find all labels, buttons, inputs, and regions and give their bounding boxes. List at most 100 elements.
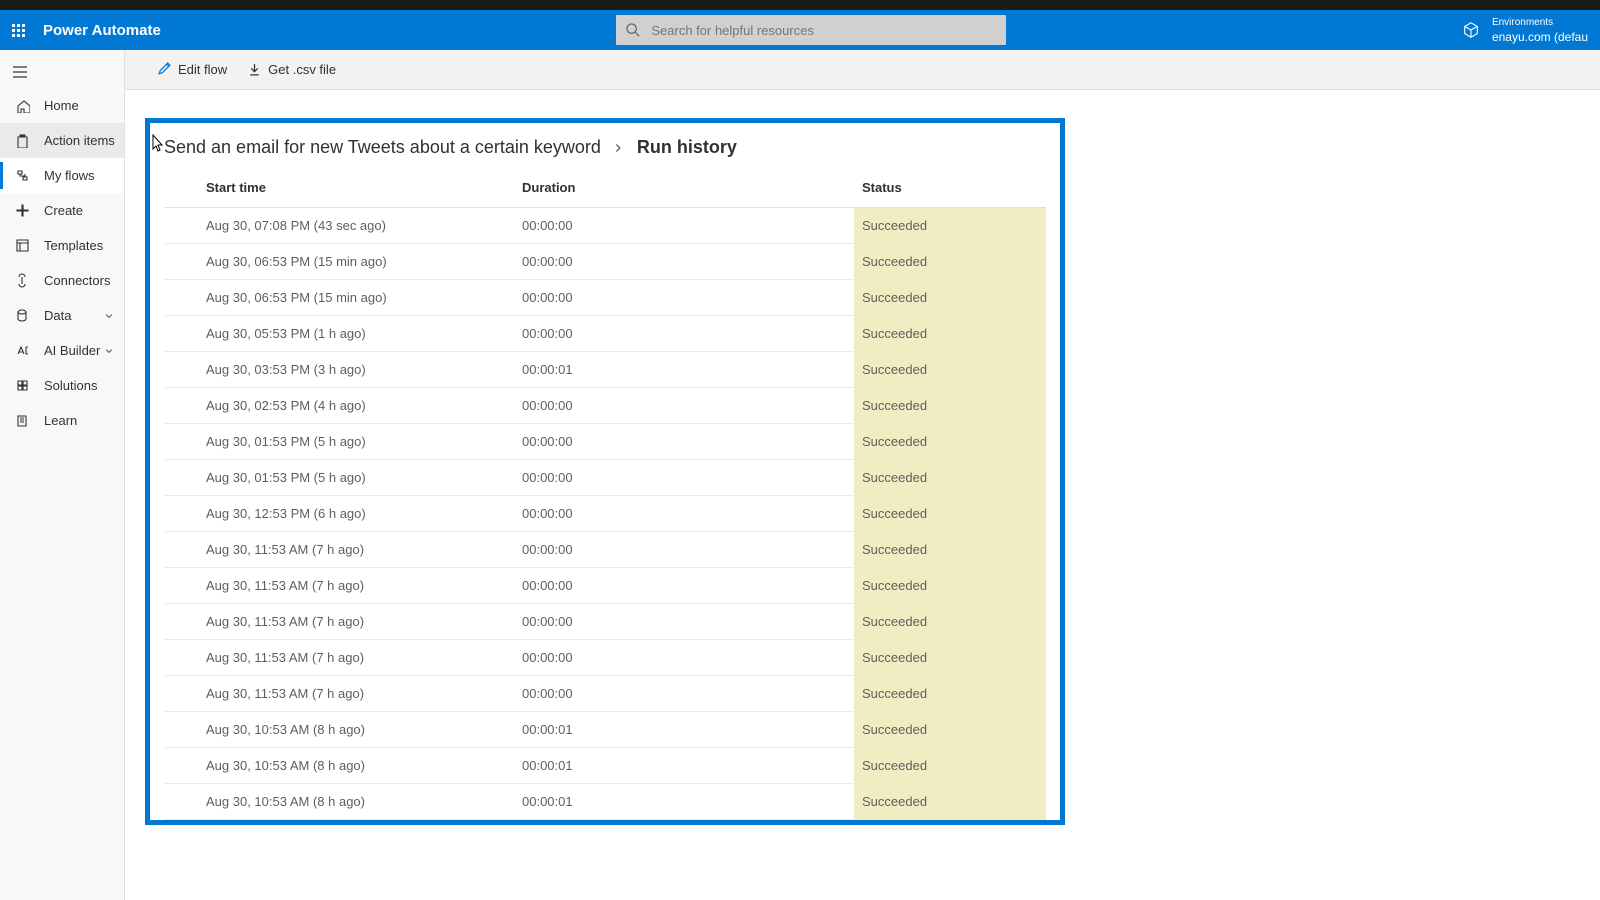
table-row[interactable]: Aug 30, 01:53 PM (5 h ago)00:00:00Succee… xyxy=(164,460,1046,496)
get-csv-button[interactable]: Get .csv file xyxy=(247,62,336,77)
breadcrumb-current: Run history xyxy=(637,137,737,158)
edit-flow-label: Edit flow xyxy=(178,62,227,77)
sidebar-item-label: Templates xyxy=(44,238,103,253)
cell-duration: 00:00:00 xyxy=(514,388,854,424)
cell-status: Succeeded xyxy=(854,712,1046,748)
table-row[interactable]: Aug 30, 01:53 PM (5 h ago)00:00:00Succee… xyxy=(164,424,1046,460)
cell-start-time: Aug 30, 10:53 AM (8 h ago) xyxy=(164,712,514,748)
cell-start-time: Aug 30, 11:53 AM (7 h ago) xyxy=(164,640,514,676)
chevron-right-icon xyxy=(613,142,625,154)
sidebar-item-action-items[interactable]: Action items xyxy=(0,123,124,158)
plus-icon xyxy=(12,203,32,218)
run-history-panel: Send an email for new Tweets about a cer… xyxy=(145,118,1065,825)
edit-flow-button[interactable]: Edit flow xyxy=(157,62,227,77)
cell-start-time: Aug 30, 10:53 AM (8 h ago) xyxy=(164,748,514,784)
cell-start-time: Aug 30, 02:53 PM (4 h ago) xyxy=(164,388,514,424)
cell-status: Succeeded xyxy=(854,568,1046,604)
cell-start-time: Aug 30, 06:53 PM (15 min ago) xyxy=(164,244,514,280)
sidebar-item-solutions[interactable]: Solutions xyxy=(0,368,124,403)
sidebar-item-label: AI Builder xyxy=(44,343,100,358)
search-box[interactable] xyxy=(616,15,1006,45)
ai-icon xyxy=(12,343,32,358)
chevron-down-icon xyxy=(104,311,114,321)
col-header-status[interactable]: Status xyxy=(854,168,1046,208)
table-row[interactable]: Aug 30, 02:53 PM (4 h ago)00:00:00Succee… xyxy=(164,388,1046,424)
environment-value: enayu.com (defau xyxy=(1492,30,1588,44)
table-row[interactable]: Aug 30, 12:53 PM (6 h ago)00:00:00Succee… xyxy=(164,496,1046,532)
home-icon xyxy=(12,98,32,113)
table-row[interactable]: Aug 30, 03:53 PM (3 h ago)00:00:01Succee… xyxy=(164,352,1046,388)
sidebar-item-home[interactable]: Home xyxy=(0,88,124,123)
brand-title: Power Automate xyxy=(43,22,161,39)
cell-status: Succeeded xyxy=(854,640,1046,676)
table-row[interactable]: Aug 30, 05:53 PM (1 h ago)00:00:00Succee… xyxy=(164,316,1046,352)
cell-duration: 00:00:00 xyxy=(514,676,854,712)
search-input[interactable] xyxy=(651,23,996,38)
cell-duration: 00:00:00 xyxy=(514,316,854,352)
cell-start-time: Aug 30, 11:53 AM (7 h ago) xyxy=(164,676,514,712)
app-header: Power Automate Environments enayu.com (d… xyxy=(0,10,1600,50)
sidebar-item-templates[interactable]: Templates xyxy=(0,228,124,263)
table-row[interactable]: Aug 30, 10:53 AM (8 h ago)00:00:01Succee… xyxy=(164,748,1046,784)
cell-duration: 00:00:00 xyxy=(514,244,854,280)
sidebar-item-data[interactable]: Data xyxy=(0,298,124,333)
table-row[interactable]: Aug 30, 06:53 PM (15 min ago)00:00:00Suc… xyxy=(164,244,1046,280)
breadcrumb: Send an email for new Tweets about a cer… xyxy=(164,137,1046,158)
cell-status: Succeeded xyxy=(854,784,1046,820)
cell-duration: 00:00:00 xyxy=(514,424,854,460)
cell-status: Succeeded xyxy=(854,496,1046,532)
sidebar-item-create[interactable]: Create xyxy=(0,193,124,228)
sidebar-item-learn[interactable]: Learn xyxy=(0,403,124,438)
cell-status: Succeeded xyxy=(854,532,1046,568)
cell-duration: 00:00:01 xyxy=(514,352,854,388)
table-row[interactable]: Aug 30, 11:53 AM (7 h ago)00:00:00Succee… xyxy=(164,568,1046,604)
table-row[interactable]: Aug 30, 07:08 PM (43 sec ago)00:00:00Suc… xyxy=(164,208,1046,244)
table-row[interactable]: Aug 30, 11:53 AM (7 h ago)00:00:00Succee… xyxy=(164,604,1046,640)
cell-start-time: Aug 30, 01:53 PM (5 h ago) xyxy=(164,460,514,496)
breadcrumb-flow-name[interactable]: Send an email for new Tweets about a cer… xyxy=(164,137,601,158)
run-history-table: Start time Duration Status Aug 30, 07:08… xyxy=(164,168,1046,820)
app-launcher-icon[interactable] xyxy=(12,24,25,37)
cell-duration: 00:00:01 xyxy=(514,748,854,784)
cell-status: Succeeded xyxy=(854,280,1046,316)
cell-duration: 00:00:00 xyxy=(514,604,854,640)
sidebar-item-ai-builder[interactable]: AI Builder xyxy=(0,333,124,368)
sidebar-toggle[interactable] xyxy=(0,56,124,88)
cell-status: Succeeded xyxy=(854,208,1046,244)
table-row[interactable]: Aug 30, 11:53 AM (7 h ago)00:00:00Succee… xyxy=(164,640,1046,676)
cell-start-time: Aug 30, 03:53 PM (3 h ago) xyxy=(164,352,514,388)
environment-icon xyxy=(1462,21,1480,39)
cell-start-time: Aug 30, 06:53 PM (15 min ago) xyxy=(164,280,514,316)
command-bar: Edit flow Get .csv file xyxy=(125,50,1600,90)
col-header-duration[interactable]: Duration xyxy=(514,168,854,208)
cell-duration: 00:00:00 xyxy=(514,280,854,316)
chevron-down-icon xyxy=(104,346,114,356)
table-row[interactable]: Aug 30, 10:53 AM (8 h ago)00:00:01Succee… xyxy=(164,784,1046,820)
sidebar-item-connectors[interactable]: Connectors xyxy=(0,263,124,298)
cell-status: Succeeded xyxy=(854,388,1046,424)
table-row[interactable]: Aug 30, 11:53 AM (7 h ago)00:00:00Succee… xyxy=(164,532,1046,568)
cell-duration: 00:00:01 xyxy=(514,784,854,820)
cell-status: Succeeded xyxy=(854,316,1046,352)
cell-start-time: Aug 30, 11:53 AM (7 h ago) xyxy=(164,532,514,568)
cell-duration: 00:00:00 xyxy=(514,532,854,568)
cell-duration: 00:00:00 xyxy=(514,568,854,604)
cell-status: Succeeded xyxy=(854,352,1046,388)
sidebar-item-label: Home xyxy=(44,98,79,113)
solutions-icon xyxy=(12,378,32,393)
table-row[interactable]: Aug 30, 06:53 PM (15 min ago)00:00:00Suc… xyxy=(164,280,1046,316)
environment-picker[interactable]: Environments enayu.com (defau xyxy=(1462,16,1588,44)
sidebar-item-my-flows[interactable]: My flows xyxy=(0,158,124,193)
cell-status: Succeeded xyxy=(854,604,1046,640)
sidebar-item-label: Connectors xyxy=(44,273,110,288)
cell-status: Succeeded xyxy=(854,748,1046,784)
cell-status: Succeeded xyxy=(854,460,1046,496)
content: Send an email for new Tweets about a cer… xyxy=(125,90,1600,900)
table-row[interactable]: Aug 30, 11:53 AM (7 h ago)00:00:00Succee… xyxy=(164,676,1046,712)
flow-icon xyxy=(12,168,32,183)
col-header-start[interactable]: Start time xyxy=(164,168,514,208)
cell-duration: 00:00:00 xyxy=(514,208,854,244)
table-row[interactable]: Aug 30, 10:53 AM (8 h ago)00:00:01Succee… xyxy=(164,712,1046,748)
cell-status: Succeeded xyxy=(854,676,1046,712)
environment-text: Environments enayu.com (defau xyxy=(1492,16,1588,44)
